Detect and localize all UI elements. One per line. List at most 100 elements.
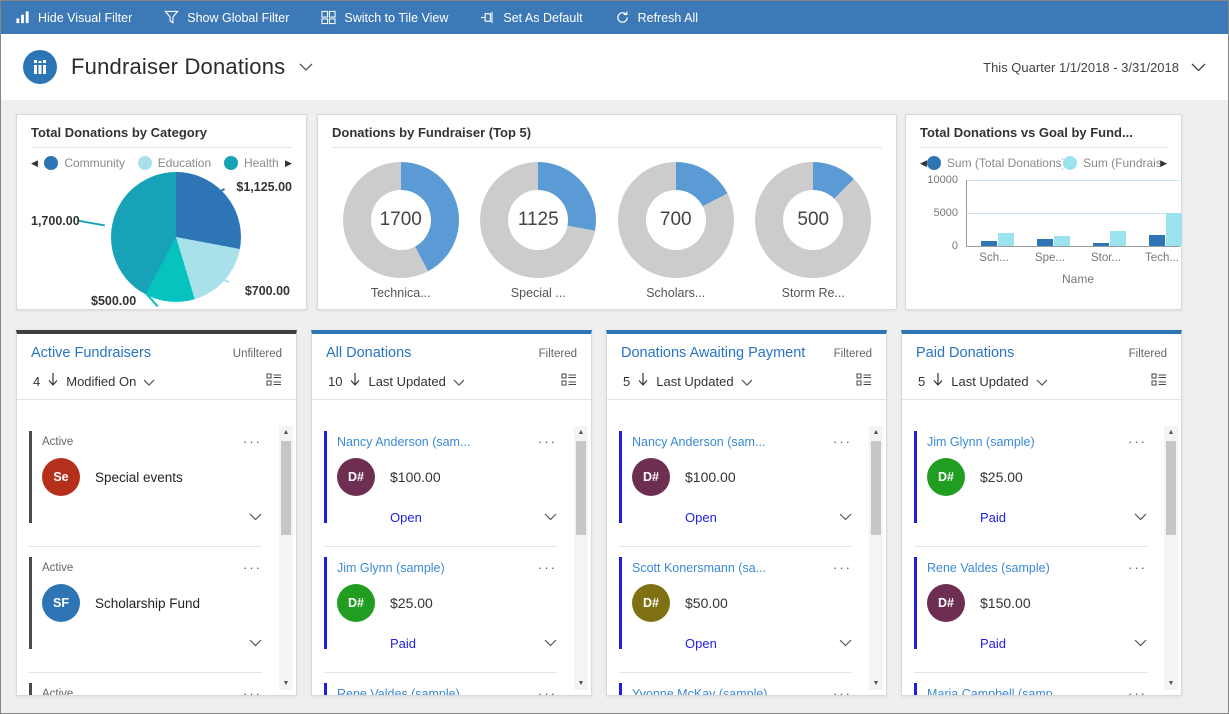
record-link[interactable]: Nancy Anderson (sam... — [632, 435, 765, 449]
scrollbar-thumb[interactable] — [1166, 441, 1176, 535]
list-item[interactable]: Yvonne McKay (sample) ··· — [619, 680, 852, 695]
bar-total-donations[interactable] — [1093, 243, 1109, 246]
bar-total-donations[interactable] — [1037, 239, 1053, 246]
time-range-selector[interactable]: This Quarter 1/1/2018 - 3/31/2018 — [983, 60, 1206, 75]
record-link[interactable]: Rene Valdes (sample) — [927, 561, 1050, 575]
list-item[interactable]: Rene Valdes (sample) ··· D# $150.00 Paid — [914, 554, 1147, 673]
bar-total-donations[interactable] — [981, 241, 997, 246]
bar-fundraising-goal[interactable] — [1110, 231, 1126, 246]
bar-fundraising-goal[interactable] — [1054, 236, 1070, 246]
expand-chevron-icon[interactable] — [839, 634, 852, 652]
sort-descending-icon[interactable] — [349, 372, 361, 390]
card-scrollbar[interactable]: ▲ ▼ — [574, 426, 588, 690]
scrollbar-thumb[interactable] — [281, 441, 291, 535]
legend-next-icon[interactable]: ▶ — [1160, 158, 1167, 169]
list-item[interactable]: Active ··· — [29, 680, 262, 695]
switch-to-tile-view-button[interactable]: Switch to Tile View — [321, 10, 448, 25]
dashboard-selector-chevron-icon[interactable] — [299, 58, 313, 76]
donut-graphic[interactable]: 1700 — [343, 162, 459, 278]
hide-visual-filter-button[interactable]: Hide Visual Filter — [15, 10, 132, 25]
sort-field-label[interactable]: Modified On — [66, 374, 136, 389]
show-global-filter-button[interactable]: Show Global Filter — [164, 10, 289, 25]
sort-field-label[interactable]: Last Updated — [656, 374, 733, 389]
sort-descending-icon[interactable] — [47, 372, 59, 390]
legend-prev-icon[interactable]: ◀ — [920, 158, 927, 169]
donut-graphic[interactable]: 500 — [755, 162, 871, 278]
legend-prev-icon[interactable]: ◀ — [31, 158, 38, 169]
list-item[interactable]: Maria Campbell (samp... ··· — [914, 680, 1147, 695]
list-item[interactable]: Active ··· Se Special events — [29, 428, 262, 547]
expand-chevron-icon[interactable] — [839, 508, 852, 526]
more-options-icon[interactable]: ··· — [1128, 686, 1147, 695]
set-as-default-button[interactable]: Set As Default — [480, 10, 582, 25]
card-scrollbar[interactable]: ▲ ▼ — [869, 426, 883, 690]
sort-field-label[interactable]: Last Updated — [368, 374, 445, 389]
bar-fundraising-goal[interactable] — [998, 233, 1014, 246]
card-title[interactable]: Active Fundraisers — [31, 345, 151, 361]
list-view-icon[interactable] — [561, 372, 577, 390]
more-options-icon[interactable]: ··· — [833, 560, 852, 575]
card-scrollbar[interactable]: ▲ ▼ — [1164, 426, 1178, 690]
list-item[interactable]: Scott Konersmann (sa... ··· D# $50.00 Op… — [619, 554, 852, 673]
list-item[interactable]: Active ··· SF Scholarship Fund — [29, 554, 262, 673]
pie-graphic[interactable] — [111, 172, 241, 302]
sort-descending-icon[interactable] — [932, 372, 944, 390]
scrollbar-thumb[interactable] — [576, 441, 586, 535]
record-link[interactable]: Jim Glynn (sample) — [927, 435, 1035, 449]
legend-item-education[interactable]: Education — [138, 156, 211, 170]
scroll-up-icon[interactable]: ▲ — [574, 426, 588, 439]
legend-item-community[interactable]: Community — [44, 156, 125, 170]
bar-fundraising-goal[interactable] — [1166, 213, 1182, 246]
record-link[interactable]: Nancy Anderson (sam... — [337, 435, 470, 449]
scrollbar-thumb[interactable] — [871, 441, 881, 535]
sort-field-chevron-icon[interactable] — [741, 374, 753, 389]
list-item[interactable]: Nancy Anderson (sam... ··· D# $100.00 Op… — [619, 428, 852, 547]
sort-field-label[interactable]: Last Updated — [951, 374, 1028, 389]
sort-descending-icon[interactable] — [637, 372, 649, 390]
expand-chevron-icon[interactable] — [544, 508, 557, 526]
scroll-up-icon[interactable]: ▲ — [869, 426, 883, 439]
more-options-icon[interactable]: ··· — [538, 434, 557, 449]
list-item[interactable]: Jim Glynn (sample) ··· D# $25.00 Paid — [324, 554, 557, 673]
list-item[interactable]: Jim Glynn (sample) ··· D# $25.00 Paid — [914, 428, 1147, 547]
legend-item-fundraising-goal[interactable]: Sum (Fundrais — [1063, 156, 1160, 170]
card-title[interactable]: Donations Awaiting Payment — [621, 345, 805, 361]
legend-next-icon[interactable]: ▶ — [285, 158, 292, 169]
card-title[interactable]: Paid Donations — [916, 345, 1014, 361]
list-item[interactable]: Rene Valdes (sample) ··· — [324, 680, 557, 695]
record-link[interactable]: Jim Glynn (sample) — [337, 561, 445, 575]
record-link[interactable]: Rene Valdes (sample) — [337, 687, 460, 696]
scroll-up-icon[interactable]: ▲ — [1164, 426, 1178, 439]
scroll-down-icon[interactable]: ▼ — [869, 677, 883, 690]
sort-field-chevron-icon[interactable] — [143, 374, 155, 389]
list-item[interactable]: Nancy Anderson (sam... ··· D# $100.00 Op… — [324, 428, 557, 547]
expand-chevron-icon[interactable] — [249, 508, 262, 526]
list-view-icon[interactable] — [1151, 372, 1167, 390]
more-options-icon[interactable]: ··· — [833, 434, 852, 449]
expand-chevron-icon[interactable] — [249, 634, 262, 652]
legend-item-total-donations[interactable]: Sum (Total Donations) — [927, 156, 1063, 170]
scroll-down-icon[interactable]: ▼ — [279, 677, 293, 690]
more-options-icon[interactable]: ··· — [243, 560, 262, 575]
expand-chevron-icon[interactable] — [544, 634, 557, 652]
more-options-icon[interactable]: ··· — [243, 686, 262, 695]
sort-field-chevron-icon[interactable] — [453, 374, 465, 389]
donut-graphic[interactable]: 1125 — [480, 162, 596, 278]
legend-item-health[interactable]: Health — [224, 156, 279, 170]
more-options-icon[interactable]: ··· — [833, 686, 852, 695]
more-options-icon[interactable]: ··· — [1128, 560, 1147, 575]
bar-total-donations[interactable] — [1149, 235, 1165, 246]
more-options-icon[interactable]: ··· — [538, 560, 557, 575]
more-options-icon[interactable]: ··· — [1128, 434, 1147, 449]
list-view-icon[interactable] — [856, 372, 872, 390]
scroll-up-icon[interactable]: ▲ — [279, 426, 293, 439]
more-options-icon[interactable]: ··· — [243, 434, 262, 449]
expand-chevron-icon[interactable] — [1134, 634, 1147, 652]
refresh-all-button[interactable]: Refresh All — [615, 10, 698, 25]
sort-field-chevron-icon[interactable] — [1036, 374, 1048, 389]
card-title[interactable]: All Donations — [326, 345, 411, 361]
donut-graphic[interactable]: 700 — [618, 162, 734, 278]
scroll-down-icon[interactable]: ▼ — [1164, 677, 1178, 690]
list-view-icon[interactable] — [266, 372, 282, 390]
record-link[interactable]: Scott Konersmann (sa... — [632, 561, 766, 575]
